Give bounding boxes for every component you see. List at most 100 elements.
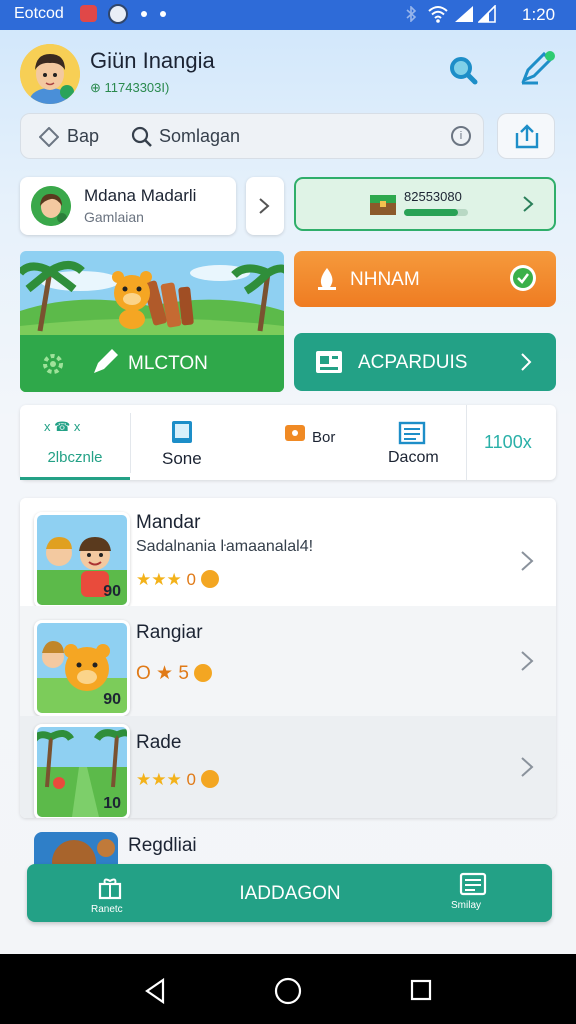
game-level-badge: 90 <box>103 583 121 600</box>
info-icon[interactable]: i <box>451 126 471 146</box>
tab-dacom[interactable]: Dacom <box>380 405 460 480</box>
star-icon: ★★★ <box>136 770 182 789</box>
search-scope-label[interactable]: Bap <box>67 126 99 147</box>
tab-divider <box>130 413 131 473</box>
hero-tile[interactable]: MLCTON <box>20 251 284 392</box>
list-item[interactable]: 90 Mandar Sadalnania ŀamaanalal4! ★★★ 0 <box>20 498 556 608</box>
recents-icon[interactable] <box>410 979 432 1001</box>
chevron-right-icon <box>521 551 534 571</box>
bottom-center-button[interactable]: IADDAGON <box>197 883 383 905</box>
bottom-right-label: Smilay <box>451 900 482 911</box>
coin-icon <box>194 664 213 682</box>
tab-sone[interactable]: Sone <box>140 405 224 480</box>
app-icon <box>108 4 128 24</box>
teal-action-button[interactable]: ACPARDUIS <box>294 333 556 391</box>
game-thumbnail: 90 <box>34 620 130 716</box>
game-level-badge: 10 <box>103 795 121 812</box>
game-thumbnail: 90 <box>34 512 130 608</box>
bluetooth-icon <box>406 6 417 22</box>
tab-label: 2lbcznle <box>47 449 103 466</box>
game-title: Regdliai <box>128 835 197 856</box>
hero-label: MLCTON <box>128 353 208 374</box>
profile-expand-button[interactable] <box>246 177 284 235</box>
tab-label: Sone <box>162 449 202 468</box>
game-description: Sadalnania ŀamaanalal4! <box>136 538 314 555</box>
chevron-right-icon <box>521 757 534 777</box>
signal-icon <box>478 5 496 23</box>
list-item[interactable]: 90 Rangiar O ★ 5 <box>20 606 556 716</box>
bottom-left-button[interactable]: Ranetc <box>83 864 143 922</box>
back-icon[interactable] <box>143 978 167 1004</box>
notification-dot-icon <box>160 11 166 17</box>
notification-dot-icon <box>141 11 147 17</box>
teal-button-label: ACPARDUIS <box>358 352 468 373</box>
flame-icon <box>318 268 336 290</box>
chevron-right-icon <box>521 651 534 671</box>
progress-bar-fill <box>404 209 459 216</box>
check-badge <box>510 265 536 291</box>
user-id: ⊕ 11743303I) <box>90 80 170 95</box>
orange-action-button[interactable]: NHNAM <box>294 251 556 307</box>
magnifier-icon <box>131 126 152 147</box>
share-icon <box>515 124 539 149</box>
game-title: Rade <box>136 732 182 753</box>
game-level-badge: 90 <box>103 691 121 708</box>
game-thumbnail: 10 <box>34 724 130 818</box>
game-title: Rangiar <box>136 622 203 643</box>
bottom-action-bar: Ranetc IADDAGON Smilay <box>27 864 552 922</box>
chevron-right-icon <box>523 196 534 212</box>
rating-value: O ★ 5 <box>136 663 189 684</box>
chevron-right-icon <box>521 353 532 371</box>
tab-home[interactable]: x ☎ x 2lbcznle <box>20 405 130 480</box>
search-bar[interactable]: Bap i <box>20 113 484 159</box>
signal-icon <box>455 6 473 22</box>
search-input[interactable] <box>159 126 419 147</box>
diamond-icon <box>39 127 59 147</box>
rating-value: 0 <box>186 570 196 589</box>
record-icon <box>80 5 97 22</box>
avatar[interactable] <box>20 44 80 104</box>
chest-icon <box>370 195 396 215</box>
tab-label: Dacom <box>388 449 439 466</box>
home-icon[interactable] <box>274 977 302 1005</box>
system-nav-bar <box>0 954 576 1024</box>
list-card-icon <box>459 872 487 896</box>
gift-box-icon <box>98 878 122 900</box>
profile-name: Mdana Madarli <box>84 186 197 205</box>
share-button[interactable] <box>497 113 555 159</box>
hero-action-band[interactable]: MLCTON <box>20 335 284 392</box>
tab-count[interactable]: 1100x <box>466 405 556 480</box>
pencil-icon <box>94 349 118 373</box>
bottom-left-label: Ranetc <box>91 904 123 915</box>
profile-card[interactable]: Mdana Madarli Gamlaian <box>20 177 236 235</box>
game-rating: O ★ 5 <box>136 662 213 685</box>
progress-bar <box>404 209 468 216</box>
gift-icon <box>285 425 305 441</box>
image-card-icon <box>316 351 342 373</box>
profile-subtitle: Gamlaian <box>84 209 144 225</box>
category-tabs: x ☎ x 2lbcznle Sone Bor Dacom 1100x <box>20 405 556 480</box>
document-icon <box>398 421 426 445</box>
status-brand: Eotcod <box>14 5 64 22</box>
game-title: Mandar <box>136 512 201 533</box>
game-rating: ★★★ 0 <box>136 570 219 590</box>
avatar-boy-icon <box>20 44 80 104</box>
status-bar: Eotcod 1:20 <box>0 0 576 30</box>
edit-icon[interactable] <box>518 50 558 86</box>
progress-card[interactable]: 82553080 <box>294 177 556 231</box>
star-icon: ★★★ <box>136 570 182 589</box>
list-item[interactable]: 10 Rade ★★★ 0 <box>20 716 556 818</box>
profile-avatar <box>31 186 71 226</box>
gear-icon <box>43 354 63 374</box>
game-list: 90 Mandar Sadalnania ŀamaanalal4! ★★★ 0 … <box>20 498 556 818</box>
wifi-icon <box>428 6 448 23</box>
coin-icon <box>200 570 219 588</box>
chevron-right-icon <box>259 198 270 214</box>
bottom-right-button[interactable]: Smilay <box>441 864 507 922</box>
tab-bor[interactable]: Bor <box>280 405 350 480</box>
rating-value: 0 <box>186 770 196 789</box>
coin-icon <box>200 770 219 788</box>
search-icon[interactable] <box>448 55 478 85</box>
avatar-girl-icon <box>31 186 71 226</box>
game-rating: ★★★ 0 <box>136 770 219 790</box>
